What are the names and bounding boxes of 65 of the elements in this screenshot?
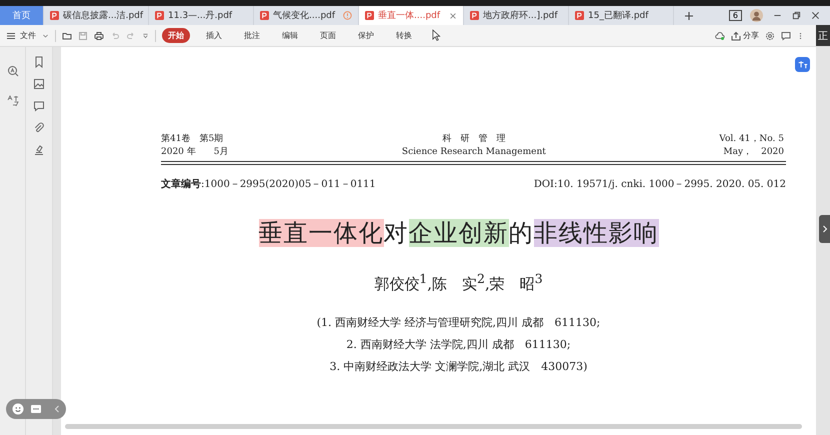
close-icon[interactable] bbox=[811, 11, 820, 20]
ribbon-tab[interactable]: 批注 bbox=[238, 28, 266, 43]
stamp-icon[interactable] bbox=[33, 144, 45, 156]
folder-icon[interactable] bbox=[62, 30, 72, 40]
journal-name: Science Research Management bbox=[402, 146, 546, 159]
ribbon-tab[interactable]: 开始 bbox=[162, 28, 190, 43]
more-icon[interactable] bbox=[797, 32, 804, 40]
close-tab-icon[interactable] bbox=[449, 12, 457, 20]
pdf-file-icon bbox=[575, 11, 584, 20]
pdf-file-icon bbox=[50, 11, 59, 20]
chat-icon[interactable] bbox=[30, 403, 42, 415]
tab-label: 11.3—...丹.pdf bbox=[168, 10, 232, 22]
tab-label: 15_已翻译.pdf bbox=[588, 10, 648, 22]
image-icon[interactable] bbox=[33, 78, 45, 90]
chevron-right-icon bbox=[822, 224, 828, 234]
mouse-pointer-icon bbox=[432, 29, 441, 42]
ribbon-tab[interactable]: 页面 bbox=[314, 28, 342, 43]
new-tab-icon[interactable] bbox=[684, 10, 694, 20]
horizontal-scrollbar[interactable] bbox=[65, 424, 802, 429]
tab-label: 气候变化....pdf bbox=[273, 10, 336, 22]
print-icon[interactable] bbox=[94, 30, 104, 40]
settings-icon[interactable] bbox=[765, 30, 775, 40]
pdf-file-icon bbox=[155, 11, 164, 20]
pdf-file-icon bbox=[470, 11, 479, 20]
journal-issue: 2020 年 5月 bbox=[161, 146, 228, 159]
translate-button-icon[interactable] bbox=[795, 57, 810, 72]
affiliation-line: (1. 西南财经大学 经济与管理研究院,四川 成都 611130; bbox=[316, 315, 600, 331]
journal-volume: May， 2020 bbox=[723, 146, 784, 159]
menu-icon[interactable] bbox=[6, 30, 16, 40]
affiliation-line: 2. 西南财经大学 法学院,四川 成都 611130; bbox=[346, 337, 571, 353]
article-title: 垂直一体化对企业创新的非线性影响 bbox=[258, 218, 658, 249]
dropdown-icon[interactable] bbox=[142, 32, 149, 40]
ribbon-tab[interactable]: 转换 bbox=[390, 28, 418, 43]
restore-icon[interactable] bbox=[792, 11, 801, 20]
ribbon-tab[interactable]: 插入 bbox=[200, 28, 228, 43]
article-number: 文章编号:1000－2995(2020)05－011－0111 bbox=[161, 177, 376, 191]
tab-label: 地方政府环...].pdf bbox=[483, 10, 558, 22]
collapse-handle[interactable] bbox=[819, 215, 830, 243]
journal-issue: 第41卷 第5期 bbox=[161, 133, 224, 146]
ribbon-tab[interactable]: 编辑 bbox=[276, 28, 304, 43]
share-button[interactable]: 分享 bbox=[731, 30, 759, 41]
cloud-icon[interactable] bbox=[715, 30, 725, 40]
comment-icon[interactable] bbox=[781, 30, 791, 40]
doi-text: DOI:10. 19571/j. cnki. 1000－2995. 2020. 05. 012 bbox=[534, 178, 786, 191]
share-icon bbox=[731, 30, 741, 40]
ribbon-tab[interactable]: 保护 bbox=[352, 28, 380, 43]
tab-label: 碳信息披露...洁.pdf bbox=[63, 10, 144, 22]
tab-label: 垂直一体....pdf bbox=[378, 10, 440, 22]
comment-icon[interactable] bbox=[33, 100, 45, 112]
paperclip-icon[interactable] bbox=[33, 122, 45, 134]
smiley-icon[interactable] bbox=[12, 403, 24, 415]
file-menu[interactable]: 文件 bbox=[20, 30, 36, 41]
journal-volume: Vol. 41，No. 5 bbox=[719, 133, 784, 146]
journal-name: 科 研 管 理 bbox=[442, 133, 506, 146]
translate-icon[interactable] bbox=[6, 95, 18, 107]
document-tab[interactable]: 垂直一体....pdf bbox=[359, 6, 464, 25]
pdf-file-icon bbox=[260, 11, 269, 20]
bookmark-icon[interactable] bbox=[33, 56, 45, 68]
affiliation-line: 3. 中南财经政法大学 文澜学院,湖北 武汉 430073) bbox=[330, 359, 588, 375]
author-list: 郭佼佼$^{1}$,陈 实$^{2}$,荣 昭$^{3}$ bbox=[374, 271, 543, 294]
search-icon[interactable] bbox=[6, 65, 18, 77]
window-count-badge[interactable]: 6 bbox=[728, 10, 742, 21]
avatar-icon[interactable] bbox=[750, 9, 763, 22]
pdf-file-icon bbox=[365, 11, 374, 20]
side-panel-tab[interactable]: 正 bbox=[816, 25, 830, 46]
